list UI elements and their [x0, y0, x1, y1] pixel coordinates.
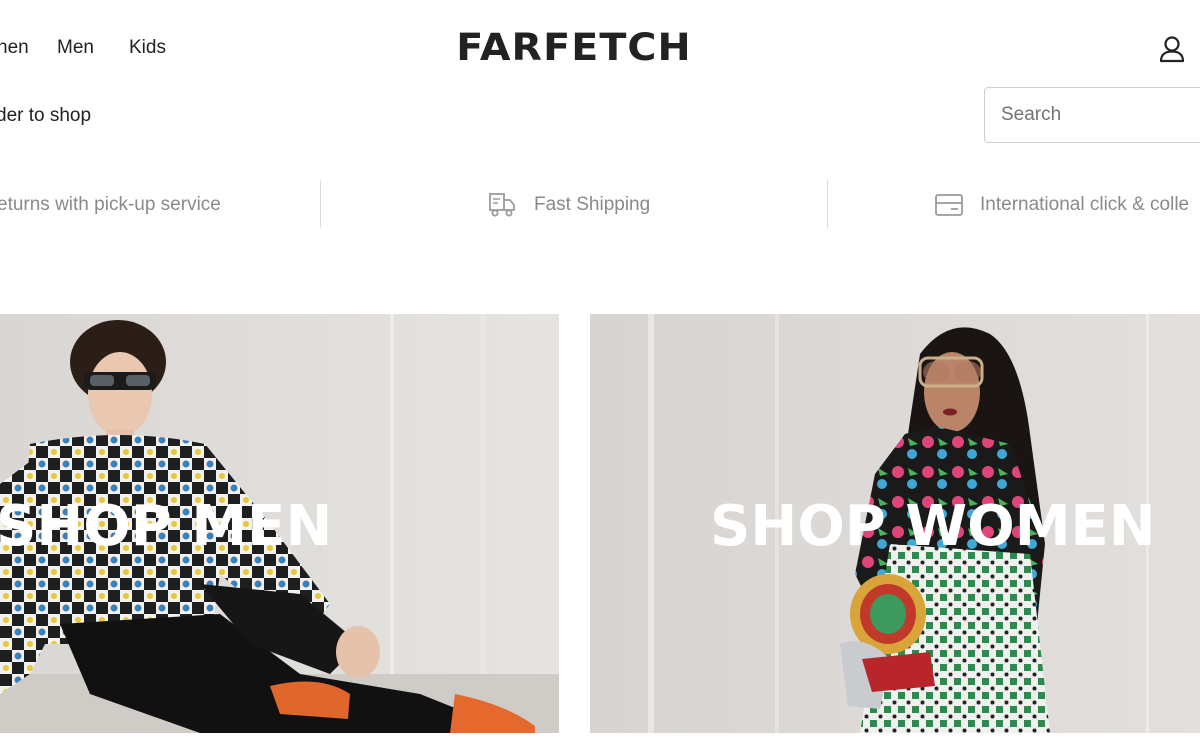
card-icon — [934, 192, 964, 223]
usp-fast-shipping: Fast Shipping — [534, 194, 651, 215]
search-input[interactable] — [985, 88, 1200, 142]
account-button[interactable] — [1156, 34, 1188, 64]
shop-women-title: SHOP WOMEN — [710, 494, 1156, 559]
usp-divider — [827, 180, 828, 228]
shop-women-tile[interactable]: SHOP WOMEN — [590, 314, 1200, 733]
usp-click-collect: International click & colle — [980, 194, 1190, 215]
nav-link-men[interactable]: Men — [57, 36, 94, 60]
usp-divider — [320, 180, 321, 228]
nav-link-kids[interactable]: Kids — [129, 36, 166, 60]
delivery-truck-icon — [487, 191, 517, 224]
shop-men-title: SHOP MEN — [0, 494, 333, 559]
shipping-region-text[interactable]: der to shop — [0, 104, 91, 128]
shop-men-tile[interactable]: SHOP MEN — [0, 314, 559, 733]
user-icon — [1159, 36, 1185, 63]
farfetch-logo[interactable]: FARFETCH — [432, 26, 717, 70]
usp-returns: eturns with pick-up service — [0, 194, 221, 215]
nav-link-women[interactable]: nen — [0, 36, 29, 60]
search-box[interactable] — [984, 87, 1200, 143]
